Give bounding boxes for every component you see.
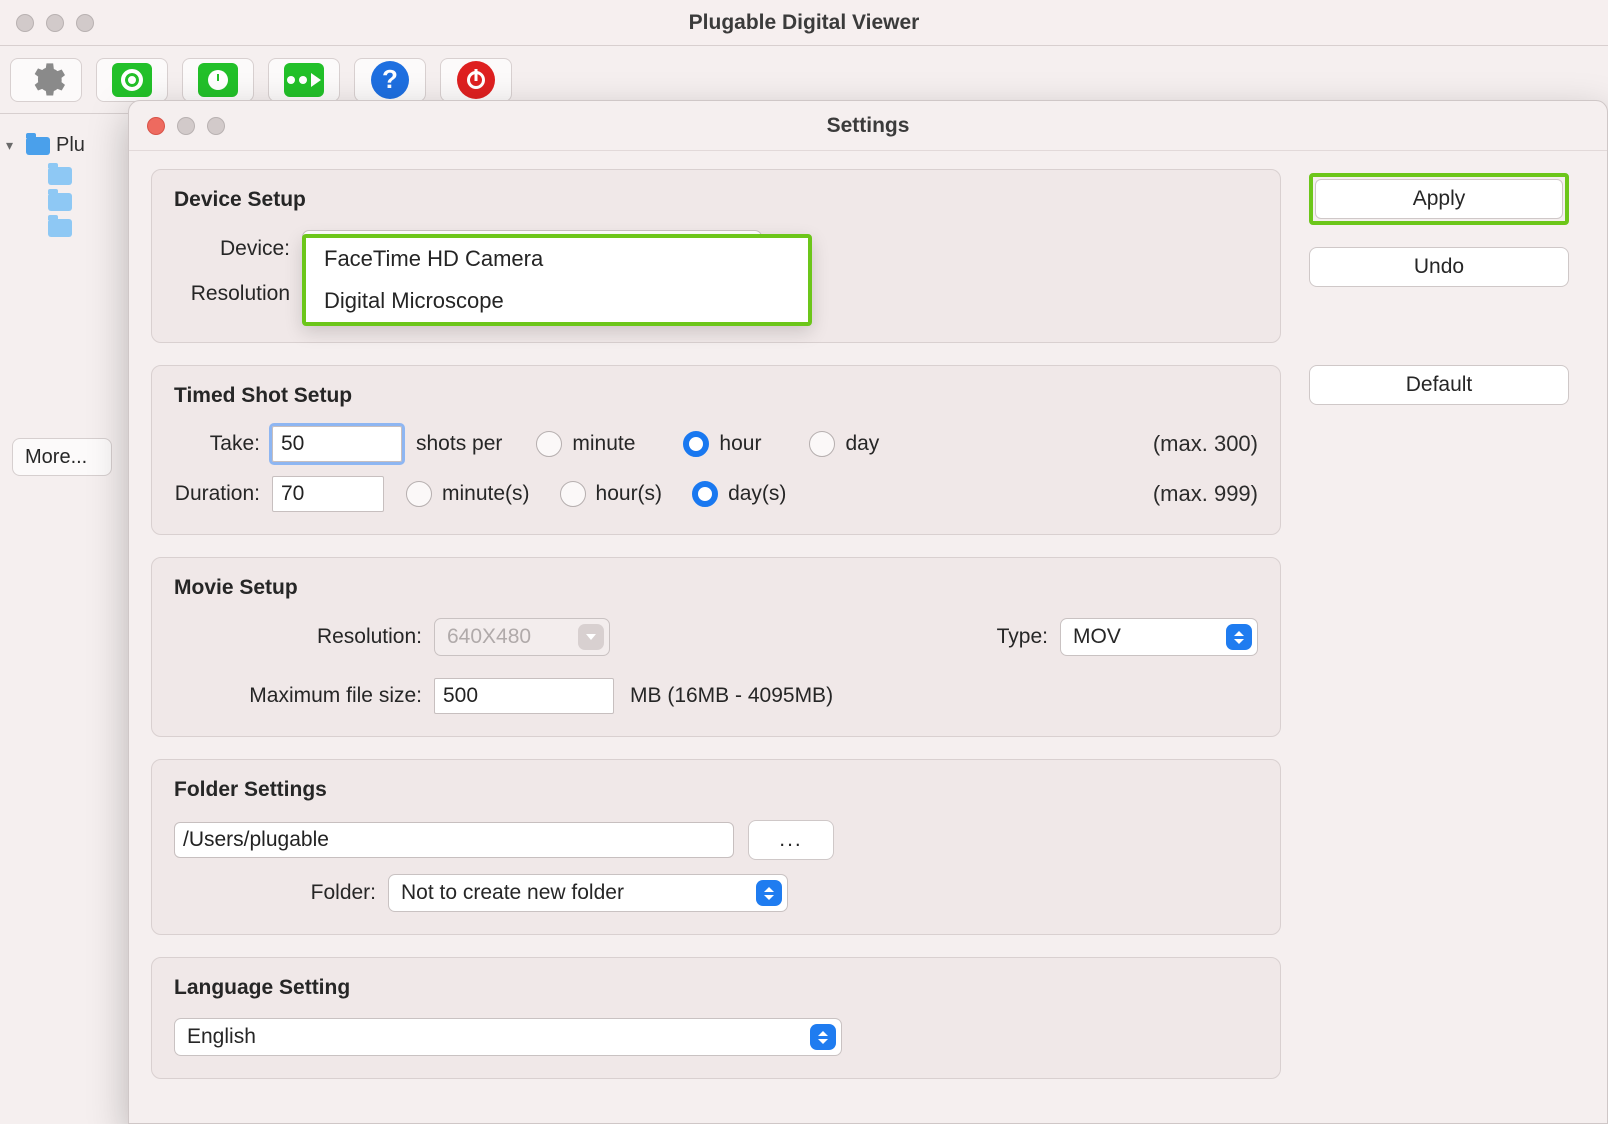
- capture-toolbar-button[interactable]: [96, 58, 168, 102]
- folder-mode-value: Not to create new folder: [401, 881, 624, 905]
- device-dropdown-list[interactable]: FaceTime HD Camera Digital Microscope: [302, 234, 812, 326]
- tree-root[interactable]: ▾ Plu: [6, 134, 122, 157]
- folder-icon: [26, 137, 50, 155]
- zoom-icon[interactable]: [76, 14, 94, 32]
- radio-icon: [809, 431, 835, 457]
- minimize-icon[interactable]: [177, 117, 195, 135]
- group-title: Language Setting: [174, 976, 1258, 1000]
- timed-shot-group: Timed Shot Setup Take: shots per minute …: [151, 365, 1281, 535]
- settings-action-column: Apply Undo Default: [1309, 169, 1569, 1079]
- movie-setup-group: Movie Setup Resolution: 640X480 Type: MO…: [151, 557, 1281, 737]
- zoom-icon[interactable]: [207, 117, 225, 135]
- take-unit-minute[interactable]: minute: [536, 431, 635, 457]
- device-option-facetime[interactable]: FaceTime HD Camera: [306, 238, 808, 280]
- duration-max-hint: (max. 999): [1153, 481, 1258, 507]
- quit-toolbar-button[interactable]: [440, 58, 512, 102]
- default-button[interactable]: Default: [1309, 365, 1569, 405]
- device-option-microscope[interactable]: Digital Microscope: [306, 280, 808, 322]
- take-max-hint: (max. 300): [1153, 431, 1258, 457]
- folder-mode-dropdown[interactable]: Not to create new folder: [388, 874, 788, 912]
- group-title: Folder Settings: [174, 778, 1258, 802]
- folder-path-input[interactable]: [174, 822, 734, 858]
- take-unit-hour[interactable]: hour: [683, 431, 761, 457]
- chevron-updown-icon: [756, 880, 782, 906]
- apply-highlight: Apply: [1309, 173, 1569, 225]
- camera-icon: [112, 63, 152, 97]
- settings-toolbar-button[interactable]: [10, 58, 82, 102]
- max-filesize-hint: MB (16MB - 4095MB): [630, 684, 833, 708]
- folder-settings-group: Folder Settings ... Folder: Not to creat…: [151, 759, 1281, 935]
- duration-input[interactable]: [272, 476, 384, 512]
- language-setting-group: Language Setting English: [151, 957, 1281, 1079]
- take-unit-day[interactable]: day: [809, 431, 879, 457]
- movie-type-value: MOV: [1073, 625, 1121, 649]
- close-icon[interactable]: [16, 14, 34, 32]
- settings-traffic-lights[interactable]: [147, 117, 225, 135]
- main-titlebar: Plugable Digital Viewer: [0, 0, 1608, 46]
- record-toolbar-button[interactable]: [268, 58, 340, 102]
- movie-resolution-label: Resolution:: [174, 625, 434, 649]
- radio-icon: [683, 431, 709, 457]
- duration-unit-hours[interactable]: hour(s): [560, 481, 663, 507]
- timed-capture-toolbar-button[interactable]: [182, 58, 254, 102]
- settings-title: Settings: [827, 114, 910, 138]
- group-title: Timed Shot Setup: [174, 384, 1258, 408]
- gear-icon: [26, 60, 66, 100]
- device-label: Device:: [174, 237, 302, 261]
- take-label: Take:: [174, 432, 272, 456]
- chevron-updown-icon: [810, 1024, 836, 1050]
- radio-icon: [692, 481, 718, 507]
- folder-icon: [48, 193, 72, 211]
- settings-window: Settings Device Setup Device: FaceTime H…: [128, 100, 1608, 1124]
- folder-label: Folder:: [174, 881, 388, 905]
- chevron-updown-icon: [1226, 624, 1252, 650]
- main-title: Plugable Digital Viewer: [689, 11, 920, 35]
- radio-icon: [406, 481, 432, 507]
- resolution-label: Resolution: [174, 282, 302, 306]
- tree-root-label: Plu: [56, 134, 85, 157]
- duration-unit-days[interactable]: day(s): [692, 481, 786, 507]
- help-toolbar-button[interactable]: ?: [354, 58, 426, 102]
- radio-icon: [560, 481, 586, 507]
- apply-button[interactable]: Apply: [1315, 179, 1563, 219]
- settings-titlebar: Settings: [129, 101, 1607, 151]
- movie-type-dropdown[interactable]: MOV: [1060, 618, 1258, 656]
- max-filesize-input[interactable]: [434, 678, 614, 714]
- movie-resolution-value: 640X480: [447, 625, 531, 649]
- movie-resolution-dropdown: 640X480: [434, 618, 610, 656]
- folder-icon: [48, 219, 72, 237]
- sidebar: ▾ Plu: [0, 114, 128, 1124]
- folder-icon: [48, 167, 72, 185]
- take-input[interactable]: [272, 426, 402, 462]
- tree-item[interactable]: [48, 193, 122, 211]
- main-traffic-lights[interactable]: [16, 14, 94, 32]
- tree-item[interactable]: [48, 219, 122, 237]
- browse-folder-button[interactable]: ...: [748, 820, 834, 860]
- tree-item[interactable]: [48, 167, 122, 185]
- max-filesize-label: Maximum file size:: [174, 684, 434, 708]
- duration-unit-minutes[interactable]: minute(s): [406, 481, 530, 507]
- power-icon: [457, 61, 495, 99]
- video-icon: [284, 63, 324, 97]
- device-setup-group: Device Setup Device: FaceTime HD Camera …: [151, 169, 1281, 343]
- help-icon: ?: [371, 61, 409, 99]
- chevron-down-icon[interactable]: ▾: [6, 137, 20, 154]
- language-dropdown[interactable]: English: [174, 1018, 842, 1056]
- more-label: More...: [25, 446, 87, 469]
- undo-button[interactable]: Undo: [1309, 247, 1569, 287]
- chevron-down-icon: [578, 624, 604, 650]
- minimize-icon[interactable]: [46, 14, 64, 32]
- language-value: English: [187, 1025, 256, 1049]
- group-title: Device Setup: [174, 188, 1258, 212]
- close-icon[interactable]: [147, 117, 165, 135]
- group-title: Movie Setup: [174, 576, 1258, 600]
- radio-icon: [536, 431, 562, 457]
- shots-per-label: shots per: [416, 432, 502, 456]
- duration-label: Duration:: [174, 482, 272, 506]
- timer-camera-icon: [198, 63, 238, 97]
- more-button[interactable]: More...: [12, 438, 112, 476]
- movie-type-label: Type:: [970, 625, 1048, 649]
